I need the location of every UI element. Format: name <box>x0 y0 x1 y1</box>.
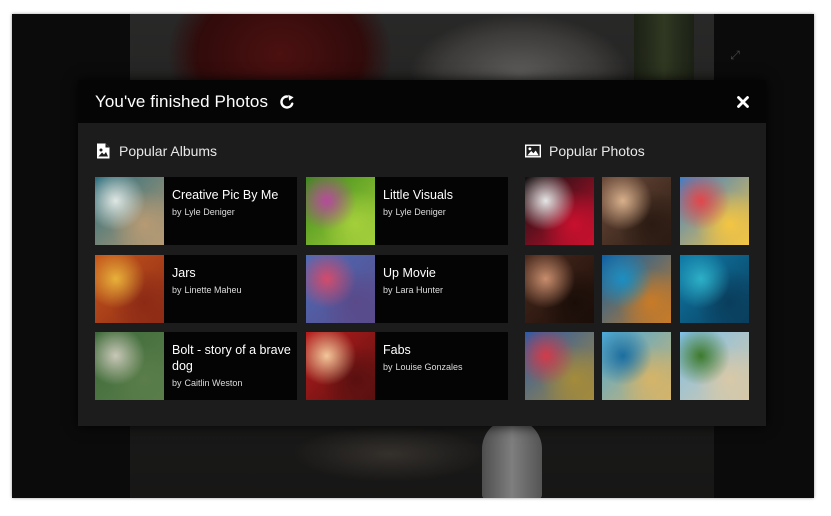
dialog-header: You've finished Photos <box>78 80 766 123</box>
album-name: Jars <box>172 266 196 280</box>
album-name: Fabs <box>383 343 411 357</box>
album-name: Little Visuals <box>383 188 453 202</box>
album-name: Up Movie <box>383 266 436 280</box>
photo-thumbnail[interactable] <box>680 255 749 323</box>
album-thumbnail <box>95 332 164 400</box>
photo-thumbnail[interactable] <box>602 332 671 400</box>
dialog-title: You've finished Photos <box>95 91 269 111</box>
album-author: by Lara Hunter <box>383 285 444 295</box>
photo-thumbnail[interactable] <box>680 332 749 400</box>
photo-thumbnail[interactable] <box>525 177 594 245</box>
album-author: by Louise Gonzales <box>383 362 463 372</box>
album-author: by Caitlin Weston <box>172 378 243 388</box>
replay-icon[interactable] <box>279 94 295 110</box>
album-thumbnail <box>306 177 375 245</box>
popular-albums-heading: Popular Albums <box>95 143 217 159</box>
album-name: Creative Pic By Me <box>172 188 279 202</box>
popular-photos-heading: Popular Photos <box>525 143 645 159</box>
album-card[interactable]: Jars by Linette Maheu <box>95 255 297 323</box>
album-card[interactable]: Creative Pic By Me by Lyle Deniger <box>95 177 297 245</box>
picture-icon <box>525 143 541 159</box>
photo-thumbnail[interactable] <box>525 255 594 323</box>
album-card[interactable]: Bolt - story of a brave dog by Caitlin We… <box>95 332 297 400</box>
finished-album-dialog: You've finished Photos Popular Albums Po… <box>78 80 766 426</box>
photo-thumbnail[interactable] <box>525 332 594 400</box>
album-thumbnail <box>306 332 375 400</box>
album-author: by Lyle Deniger <box>383 207 446 217</box>
album-author: by Lyle Deniger <box>172 207 235 217</box>
photo-thumbnail[interactable] <box>602 255 671 323</box>
photo-thumbnail[interactable] <box>680 177 749 245</box>
album-file-icon <box>95 143 111 159</box>
album-card[interactable]: Up Movie by Lara Hunter <box>306 255 508 323</box>
album-thumbnail <box>95 255 164 323</box>
popular-photos-label: Popular Photos <box>549 143 645 159</box>
fullscreen-icon[interactable]: ⤢ <box>728 48 742 62</box>
album-card[interactable]: Fabs by Louise Gonzales <box>306 332 508 400</box>
album-name: Bolt - story of a brave dog <box>172 343 291 373</box>
album-card[interactable]: Little Visuals by Lyle Deniger <box>306 177 508 245</box>
close-icon[interactable] <box>735 94 750 109</box>
album-thumbnail <box>306 255 375 323</box>
album-thumbnail <box>95 177 164 245</box>
popular-albums-label: Popular Albums <box>119 143 218 159</box>
photo-thumbnail[interactable] <box>602 177 671 245</box>
album-author: by Linette Maheu <box>172 285 242 295</box>
